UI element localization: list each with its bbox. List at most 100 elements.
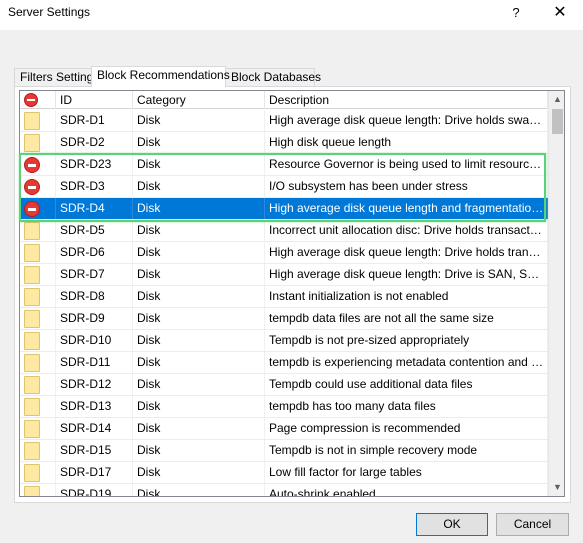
row-description: tempdb has too many data files (265, 396, 548, 417)
row-category: Disk (133, 352, 265, 373)
row-description: Tempdb could use additional data files (265, 374, 548, 395)
row-description: tempdb is experiencing metadata contenti… (265, 352, 548, 373)
row-id: SDR-D19 (56, 484, 133, 496)
chevron-down-icon[interactable]: ▼ (549, 479, 564, 496)
row-description: I/O subsystem has been under stress (265, 176, 548, 197)
row-icon-cell (20, 330, 56, 351)
header-icon-column[interactable] (20, 91, 56, 109)
table-row[interactable]: SDR-D19 Disk Auto-shrink enabled (20, 484, 548, 496)
row-description: Low fill factor for large tables (265, 462, 548, 483)
table-row[interactable]: SDR-D2 Disk High disk queue length (20, 132, 548, 154)
row-category: Disk (133, 308, 265, 329)
row-category: Disk (133, 264, 265, 285)
row-icon-cell (20, 308, 56, 329)
row-id: SDR-D17 (56, 462, 133, 483)
row-description: Auto-shrink enabled (265, 484, 548, 496)
table-row[interactable]: SDR-D7 Disk High average disk queue length… (20, 264, 548, 286)
folder-icon (24, 376, 40, 394)
row-category: Disk (133, 220, 265, 241)
table-row[interactable]: SDR-D5 Disk Incorrect unit allocation disc… (20, 220, 548, 242)
row-id: SDR-D7 (56, 264, 133, 285)
scrollbar-thumb[interactable] (552, 109, 563, 134)
help-button[interactable]: ? (505, 2, 527, 24)
recommendations-grid: ID Category Description SDR-D1 Disk High a… (19, 90, 565, 497)
block-icon (24, 157, 40, 173)
row-category: Disk (133, 110, 265, 131)
row-category: Disk (133, 330, 265, 351)
close-button[interactable]: ✕ (548, 2, 572, 24)
table-row[interactable]: SDR-D14 Disk Page compression is recommend… (20, 418, 548, 440)
folder-icon (24, 288, 40, 306)
block-icon (24, 93, 38, 107)
row-icon-cell (20, 440, 56, 461)
row-icon-cell (20, 286, 56, 307)
row-id: SDR-D5 (56, 220, 133, 241)
row-category: Disk (133, 462, 265, 483)
tab-filters-settings[interactable]: Filters Settings (14, 68, 99, 86)
row-description: Tempdb is not pre-sized appropriately (265, 330, 548, 351)
folder-icon (24, 266, 40, 284)
tab-block-databases[interactable]: Block Databases (225, 68, 321, 86)
cancel-button[interactable]: Cancel (496, 513, 569, 536)
row-description: Tempdb is not in simple recovery mode (265, 440, 548, 461)
folder-icon (24, 464, 40, 482)
row-category: Disk (133, 396, 265, 417)
row-id: SDR-D2 (56, 132, 133, 153)
table-row[interactable]: SDR-D9 Disk tempdb data files are not all … (20, 308, 548, 330)
row-description: Incorrect unit allocation disc: Drive ho… (265, 220, 548, 241)
chevron-up-icon[interactable]: ▲ (549, 91, 564, 108)
window-title: Server Settings (8, 5, 91, 19)
row-description: High average disk queue length: Drive ho… (265, 242, 548, 263)
row-id: SDR-D8 (56, 286, 133, 307)
row-description: High disk queue length (265, 132, 548, 153)
ok-button[interactable]: OK (416, 513, 488, 536)
table-row[interactable]: SDR-D8 Disk Instant initialization is not … (20, 286, 548, 308)
table-row[interactable]: SDR-D13 Disk tempdb has too many data file… (20, 396, 548, 418)
table-row[interactable]: SDR-D10 Disk Tempdb is not pre-sized appro… (20, 330, 548, 352)
table-row[interactable]: SDR-D6 Disk High average disk queue length… (20, 242, 548, 264)
table-row[interactable]: SDR-D11 Disk tempdb is experiencing metada… (20, 352, 548, 374)
row-icon-cell (20, 242, 56, 263)
row-icon-cell (20, 176, 56, 197)
row-icon-cell (20, 352, 56, 373)
table-row[interactable]: SDR-D15 Disk Tempdb is not in simple recov… (20, 440, 548, 462)
row-category: Disk (133, 418, 265, 439)
row-category: Disk (133, 440, 265, 461)
header-description[interactable]: Description (265, 91, 548, 109)
row-icon-cell (20, 374, 56, 395)
tab-block-recommendations[interactable]: Block Recommendations (91, 66, 230, 87)
folder-icon (24, 222, 40, 240)
header-id[interactable]: ID (56, 91, 133, 109)
row-icon-cell (20, 110, 56, 131)
row-category: Disk (133, 132, 265, 153)
row-description: Page compression is recommended (265, 418, 548, 439)
table-row[interactable]: SDR-D1 Disk High average disk queue length… (20, 110, 548, 132)
row-description: tempdb data files are not all the same s… (265, 308, 548, 329)
row-description: High average disk queue length: Drive is… (265, 264, 548, 285)
row-id: SDR-D9 (56, 308, 133, 329)
table-row[interactable]: SDR-D17 Disk Low fill factor for large tab… (20, 462, 548, 484)
folder-icon (24, 112, 40, 130)
table-row[interactable]: SDR-D3 Disk I/O subsystem has been under s… (20, 176, 548, 198)
row-description: High average disk queue length and fragm… (265, 198, 548, 219)
table-row[interactable]: SDR-D23 Disk Resource Governor is being us… (20, 154, 548, 176)
table-row[interactable]: SDR-D4 Disk High average disk queue length… (20, 198, 548, 220)
title-bar: Server Settings ? ✕ (0, 0, 583, 30)
folder-icon (24, 332, 40, 350)
vertical-scrollbar[interactable]: ▲ ▼ (548, 91, 564, 496)
table-row[interactable]: SDR-D12 Disk Tempdb could use additional d… (20, 374, 548, 396)
row-description: High average disk queue length: Drive ho… (265, 110, 548, 131)
row-category: Disk (133, 198, 265, 219)
row-id: SDR-D10 (56, 330, 133, 351)
row-id: SDR-D14 (56, 418, 133, 439)
folder-icon (24, 486, 40, 496)
row-id: SDR-D6 (56, 242, 133, 263)
row-description: Instant initialization is not enabled (265, 286, 548, 307)
row-icon-cell (20, 132, 56, 153)
block-icon (24, 179, 40, 195)
row-description: Resource Governor is being used to limit… (265, 154, 548, 175)
row-icon-cell (20, 154, 56, 175)
row-id: SDR-D4 (56, 198, 133, 219)
row-icon-cell (20, 484, 56, 496)
header-category[interactable]: Category (133, 91, 265, 109)
